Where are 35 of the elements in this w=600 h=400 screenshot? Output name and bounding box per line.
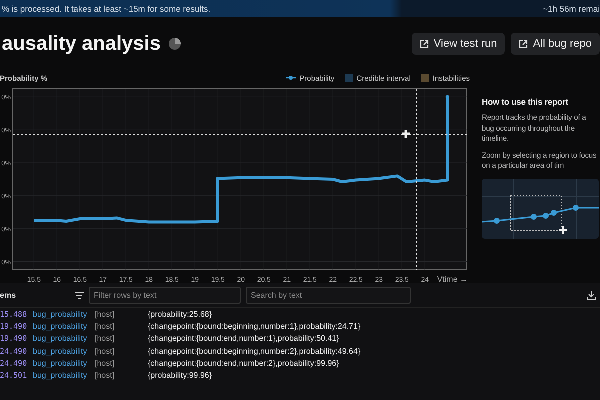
source-cell-text: [host]	[95, 309, 116, 321]
event-name-cell-text: bug_probability	[33, 309, 88, 321]
source-cell-text: [host]	[95, 333, 116, 346]
filter-icon[interactable]	[75, 292, 84, 298]
external-link-button[interactable]: All bug repo	[511, 33, 600, 55]
payload-cell-text: {probability:25.68}	[148, 309, 214, 321]
payload-cell-text: {probability:99.96}	[148, 370, 214, 382]
download-icon[interactable]	[587, 290, 596, 300]
source-cell-text: [host]	[95, 358, 116, 370]
time-remaining: ~1h 56m remai	[543, 4, 600, 14]
payload-cell-text: {changepoint:{bound:end,number:2},probability:99.96}	[148, 358, 340, 370]
x-axis-title: Vtime →	[437, 275, 468, 284]
event-name-cell-text: bug_probability	[33, 321, 88, 334]
table-title: ems	[0, 290, 18, 300]
source-cell-text: [host]	[95, 321, 116, 334]
filter-field[interactable]: Filter rows by text	[89, 286, 241, 304]
move-cursor-icon	[400, 128, 412, 140]
payload-cell-text: {changepoint:{bound:end,number:1},probability:50.41}	[148, 333, 340, 346]
event-name-cell-text: bug_probability	[33, 358, 88, 370]
payload-cell-text: {changepoint:{bound:beginning,number:1},probability:24.71}	[148, 321, 362, 334]
plot-area[interactable]	[12, 88, 468, 270]
external-link-icon	[420, 40, 429, 48]
source-cell-text: [host]	[95, 346, 116, 358]
help-title: How to use this report	[482, 97, 570, 108]
external-link-icon	[519, 40, 528, 48]
source-cell-text: [host]	[95, 370, 116, 382]
event-name-cell-text: bug_probability	[33, 333, 88, 346]
pie-chart-icon	[168, 38, 181, 50]
page-title: ausality analysis	[2, 32, 161, 56]
payload-cell-text: {changepoint:{bound:beginning,number:2},probability:49.64}	[148, 346, 362, 358]
event-name-cell-text: bug_probability	[33, 370, 88, 382]
event-name-cell-text: bug_probability	[33, 346, 88, 358]
search-field[interactable]: Search by text	[246, 286, 411, 304]
external-link-button[interactable]: View test run	[412, 33, 506, 55]
status-message: % is processed. It takes at least ~15m for some results.	[2, 4, 211, 14]
